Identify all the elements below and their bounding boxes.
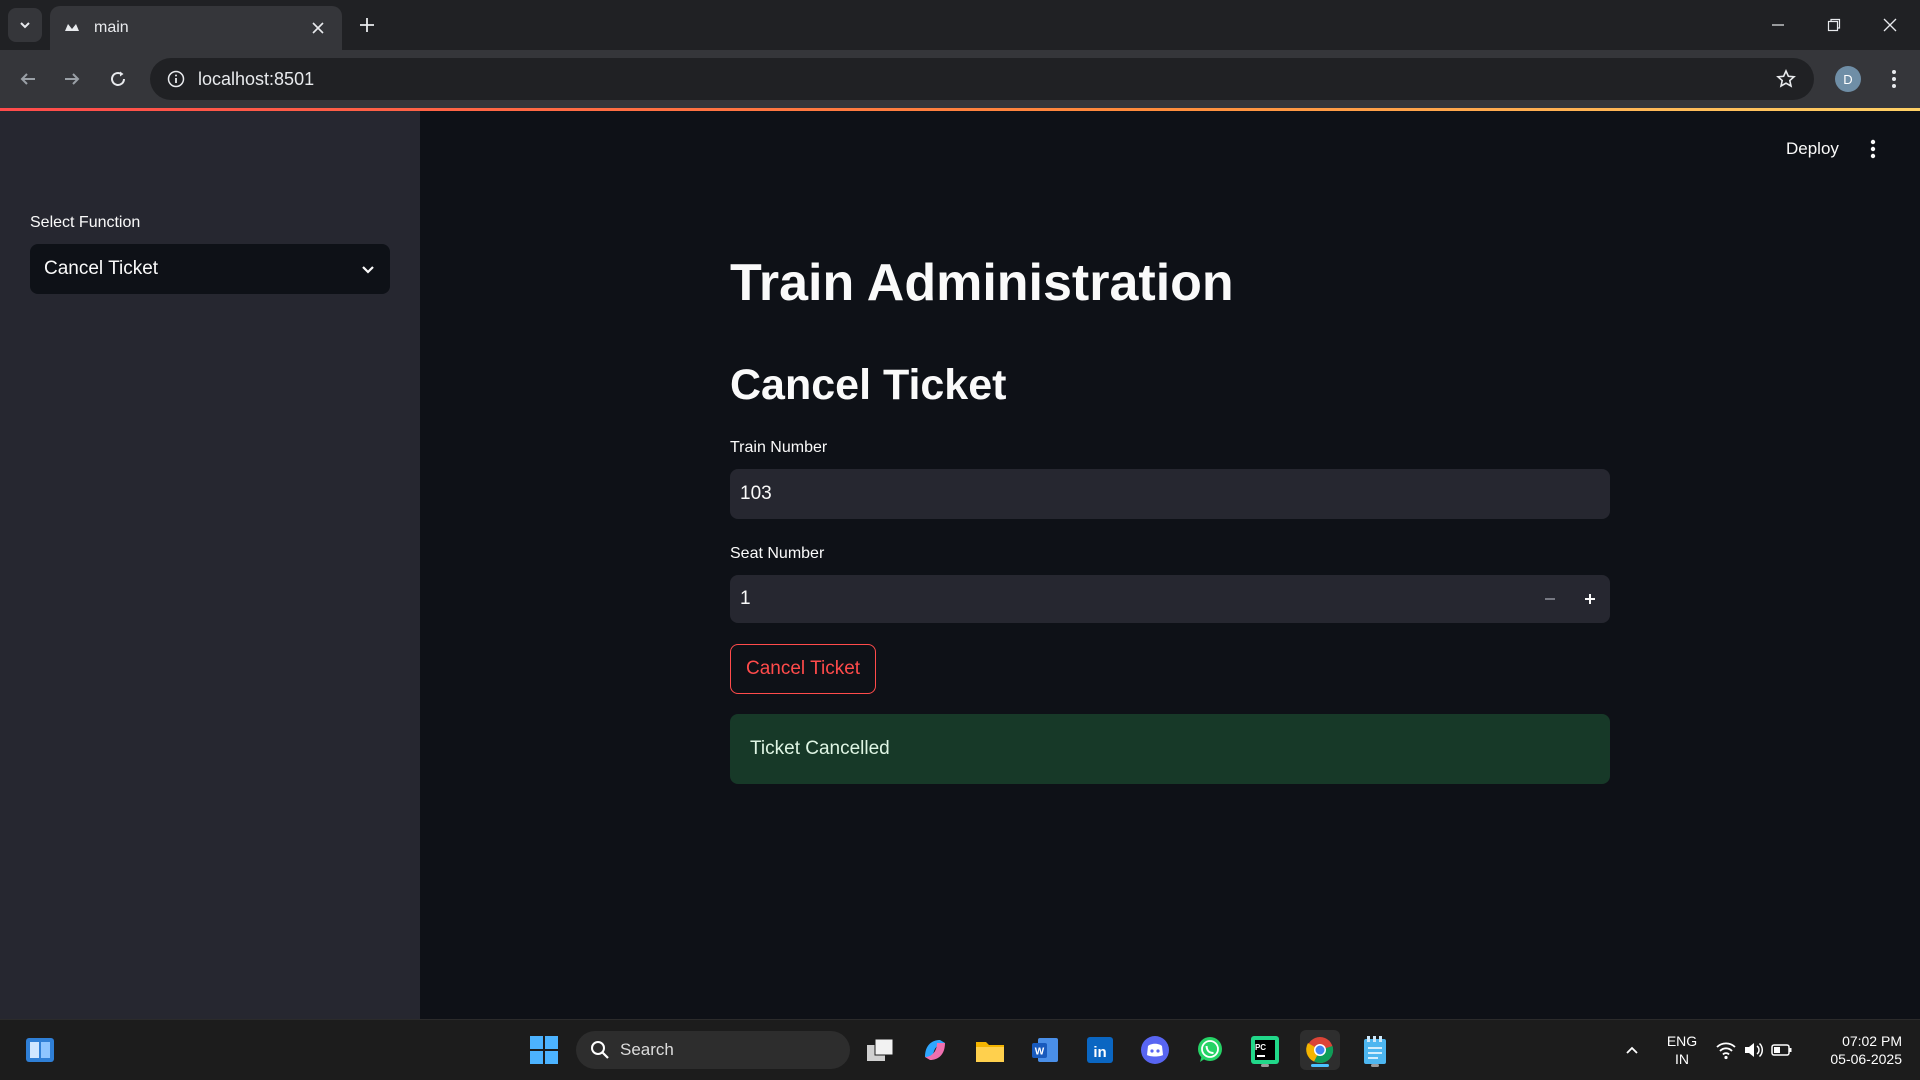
browser-toolbar: localhost:8501 D (0, 50, 1920, 108)
seat-number-input[interactable]: 1 (730, 575, 1610, 623)
system-tray-status[interactable] (1704, 1030, 1804, 1070)
search-icon (591, 1041, 609, 1059)
file-explorer-icon[interactable] (970, 1030, 1010, 1070)
battery-icon (1771, 1044, 1792, 1056)
close-icon (1883, 18, 1897, 32)
whatsapp-icon[interactable] (1190, 1030, 1230, 1070)
svg-text:in: in (1093, 1044, 1106, 1061)
train-number-input[interactable]: 103 (730, 469, 1610, 519)
arrow-right-icon (65, 73, 80, 85)
success-alert: Ticket Cancelled (730, 714, 1610, 784)
seat-number-value[interactable]: 1 (740, 588, 1530, 610)
taskbar-clock[interactable]: 07:02 PM 05-06-2025 (1812, 1032, 1902, 1068)
tab-title: main (94, 19, 129, 36)
svg-text:PC: PC (1255, 1043, 1266, 1052)
copilot-icon[interactable] (915, 1030, 955, 1070)
restore-button[interactable] (1806, 0, 1862, 50)
close-window-button[interactable] (1862, 0, 1918, 50)
more-vertical-icon (1892, 70, 1896, 88)
bookmark-star-icon[interactable] (1766, 59, 1806, 99)
reload-button[interactable] (104, 65, 132, 93)
chrome-icon[interactable] (1300, 1030, 1340, 1070)
url-text: localhost:8501 (198, 68, 315, 89)
browser-tab[interactable]: main (50, 6, 342, 50)
task-view-icon[interactable] (860, 1030, 900, 1070)
site-info-icon[interactable] (164, 67, 188, 91)
widgets-icon[interactable] (20, 1030, 60, 1070)
app-menu-button[interactable] (1860, 133, 1886, 165)
sidebar: Select Function Cancel Ticket (0, 111, 420, 1019)
profile-avatar[interactable]: D (1835, 66, 1861, 92)
notepad-icon[interactable] (1355, 1030, 1395, 1070)
tab-close-button[interactable] (308, 18, 328, 38)
wifi-icon (1716, 1042, 1736, 1060)
volume-icon (1745, 1042, 1764, 1058)
windows-taskbar: Search W in PC ENG IN 07:02 PM 05-06-202… (0, 1019, 1920, 1080)
minus-icon (1545, 598, 1555, 600)
svg-text:W: W (1035, 1047, 1045, 1058)
running-indicator (1371, 1064, 1379, 1067)
plus-icon (1585, 594, 1595, 604)
streamlit-favicon-icon (65, 24, 79, 31)
tab-search-button[interactable] (8, 8, 42, 42)
discord-icon[interactable] (1135, 1030, 1175, 1070)
back-button[interactable] (14, 65, 42, 93)
page-title: Train Administration (730, 254, 1234, 312)
windows-logo-icon (530, 1036, 558, 1064)
clock-time: 07:02 PM (1842, 1033, 1902, 1049)
restore-icon (1827, 18, 1841, 32)
show-hidden-icons-button[interactable] (1612, 1030, 1652, 1070)
arrow-left-icon (20, 73, 35, 85)
language-code: ENG (1666, 1033, 1698, 1049)
chevron-up-icon (1626, 1046, 1638, 1054)
active-indicator (1311, 1064, 1329, 1067)
reload-icon (111, 71, 125, 86)
minimize-button[interactable] (1750, 0, 1806, 50)
increment-button[interactable] (1570, 575, 1610, 623)
address-bar[interactable]: localhost:8501 (150, 58, 1814, 100)
select-function-value: Cancel Ticket (44, 258, 159, 279)
chevron-down-icon (20, 22, 30, 29)
input-language-indicator[interactable]: ENG IN (1664, 1032, 1700, 1068)
train-number-label: Train Number (730, 439, 828, 456)
select-function-label: Select Function (30, 214, 141, 231)
chevron-down-icon (362, 266, 374, 274)
close-icon (312, 22, 324, 34)
forward-button[interactable] (58, 65, 86, 93)
start-button[interactable] (524, 1030, 564, 1070)
taskbar-search-label: Search (620, 1040, 674, 1059)
taskbar-search[interactable]: Search (576, 1031, 850, 1069)
main-content: Deploy Train Administration Cancel Ticke… (420, 111, 1920, 1019)
browser-menu-button[interactable] (1880, 64, 1908, 94)
plus-icon (360, 18, 374, 32)
browser-tab-bar: main (0, 0, 1920, 50)
clock-date: 05-06-2025 (1830, 1051, 1902, 1067)
new-tab-button[interactable] (352, 10, 382, 40)
select-function-dropdown[interactable]: Cancel Ticket (30, 244, 390, 294)
deploy-button[interactable]: Deploy (1786, 139, 1839, 159)
running-indicator (1261, 1064, 1269, 1067)
region-code: IN (1675, 1051, 1689, 1067)
section-title: Cancel Ticket (730, 361, 1007, 409)
decrement-button[interactable] (1530, 575, 1570, 623)
more-vertical-icon (1870, 139, 1876, 159)
minimize-icon (1772, 24, 1784, 26)
pycharm-icon[interactable]: PC (1245, 1030, 1285, 1070)
word-icon[interactable]: W (1025, 1030, 1065, 1070)
linkedin-icon[interactable]: in (1080, 1030, 1120, 1070)
seat-number-label: Seat Number (730, 545, 825, 562)
cancel-ticket-button[interactable]: Cancel Ticket (730, 644, 877, 694)
